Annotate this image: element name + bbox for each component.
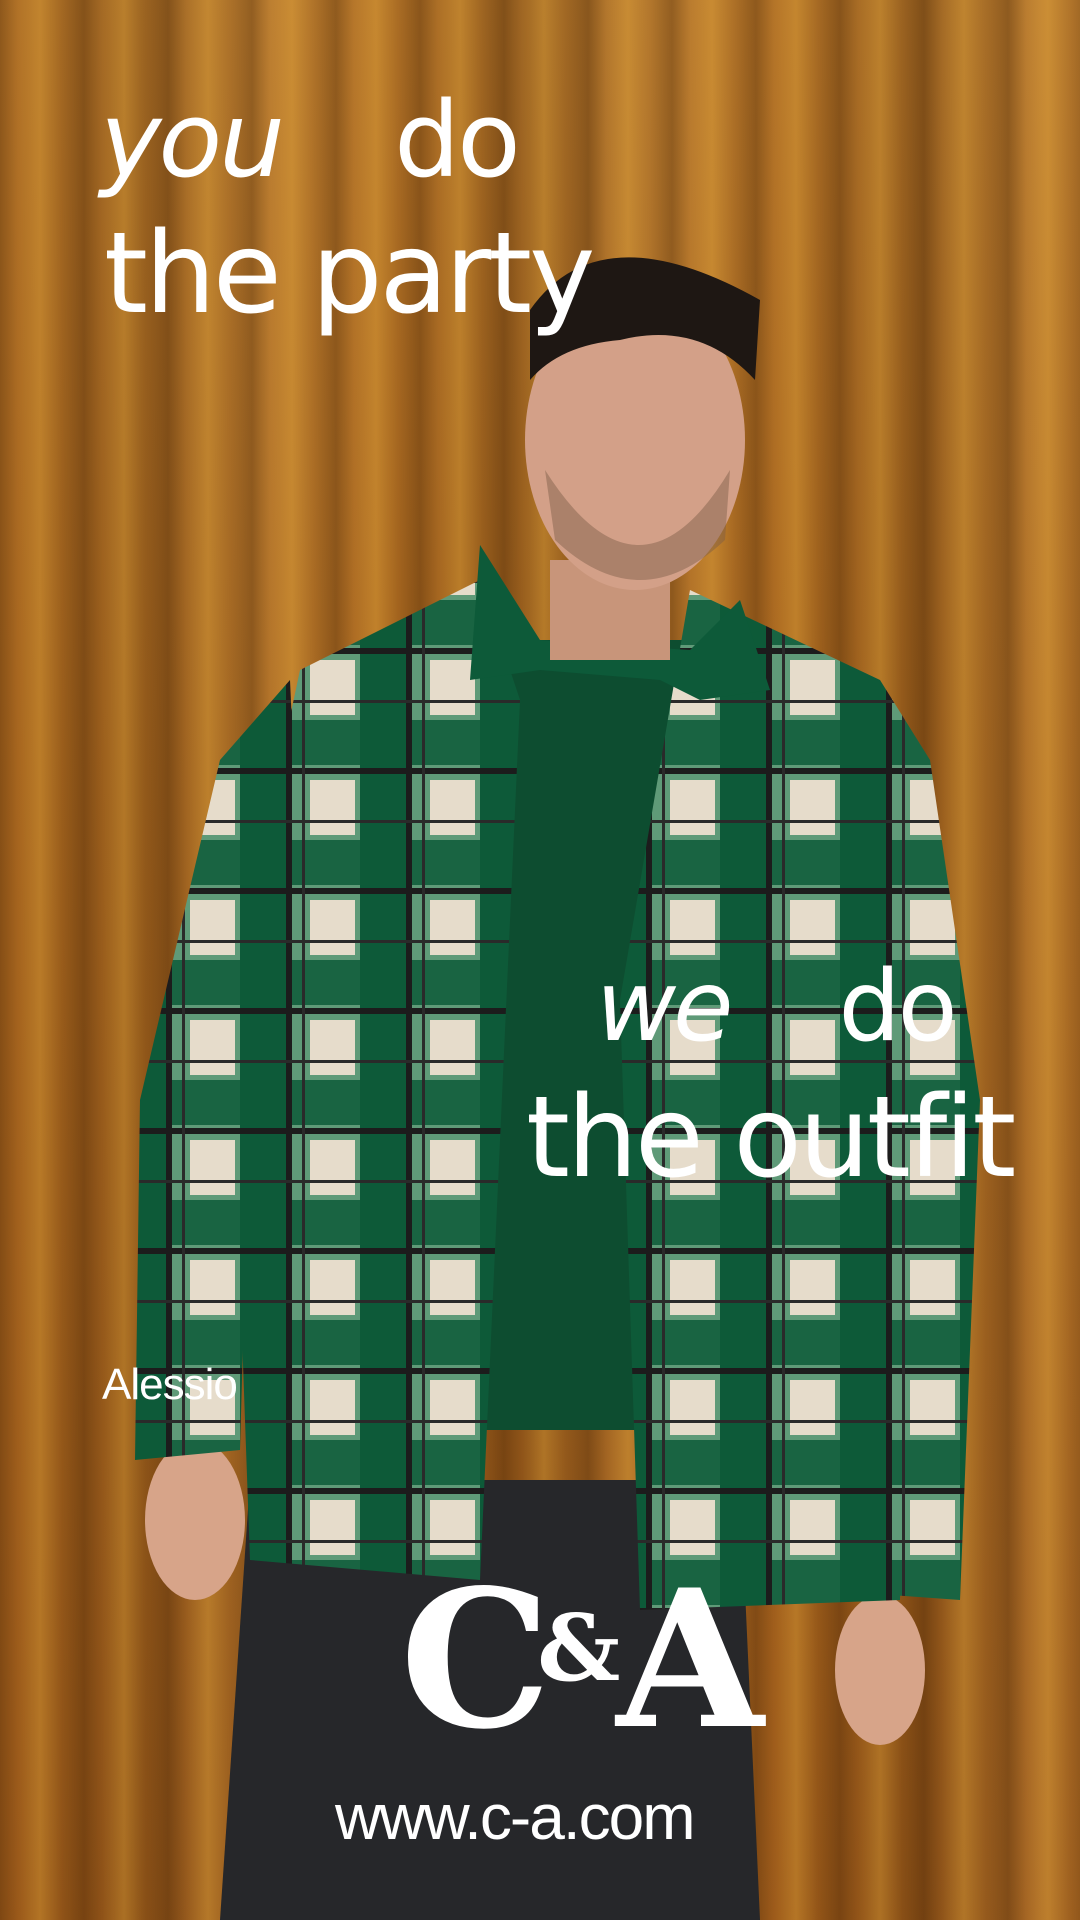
headline-the-party: the party bbox=[104, 209, 595, 339]
headline-word-do-2: do bbox=[838, 950, 957, 1064]
headline-you-do: you do bbox=[100, 88, 521, 192]
model-name: Alessio bbox=[102, 1360, 238, 1409]
headline-we-do: we do bbox=[596, 958, 958, 1056]
ca-logo: C&A bbox=[400, 1548, 764, 1771]
headline-word-we: we bbox=[596, 950, 733, 1064]
headline-the-outfit: the outfit bbox=[526, 1073, 1016, 1203]
brand-url: www.c-a.com bbox=[335, 1781, 695, 1853]
headline-word-do: do bbox=[394, 79, 521, 201]
headline-word-you: you bbox=[100, 79, 285, 201]
